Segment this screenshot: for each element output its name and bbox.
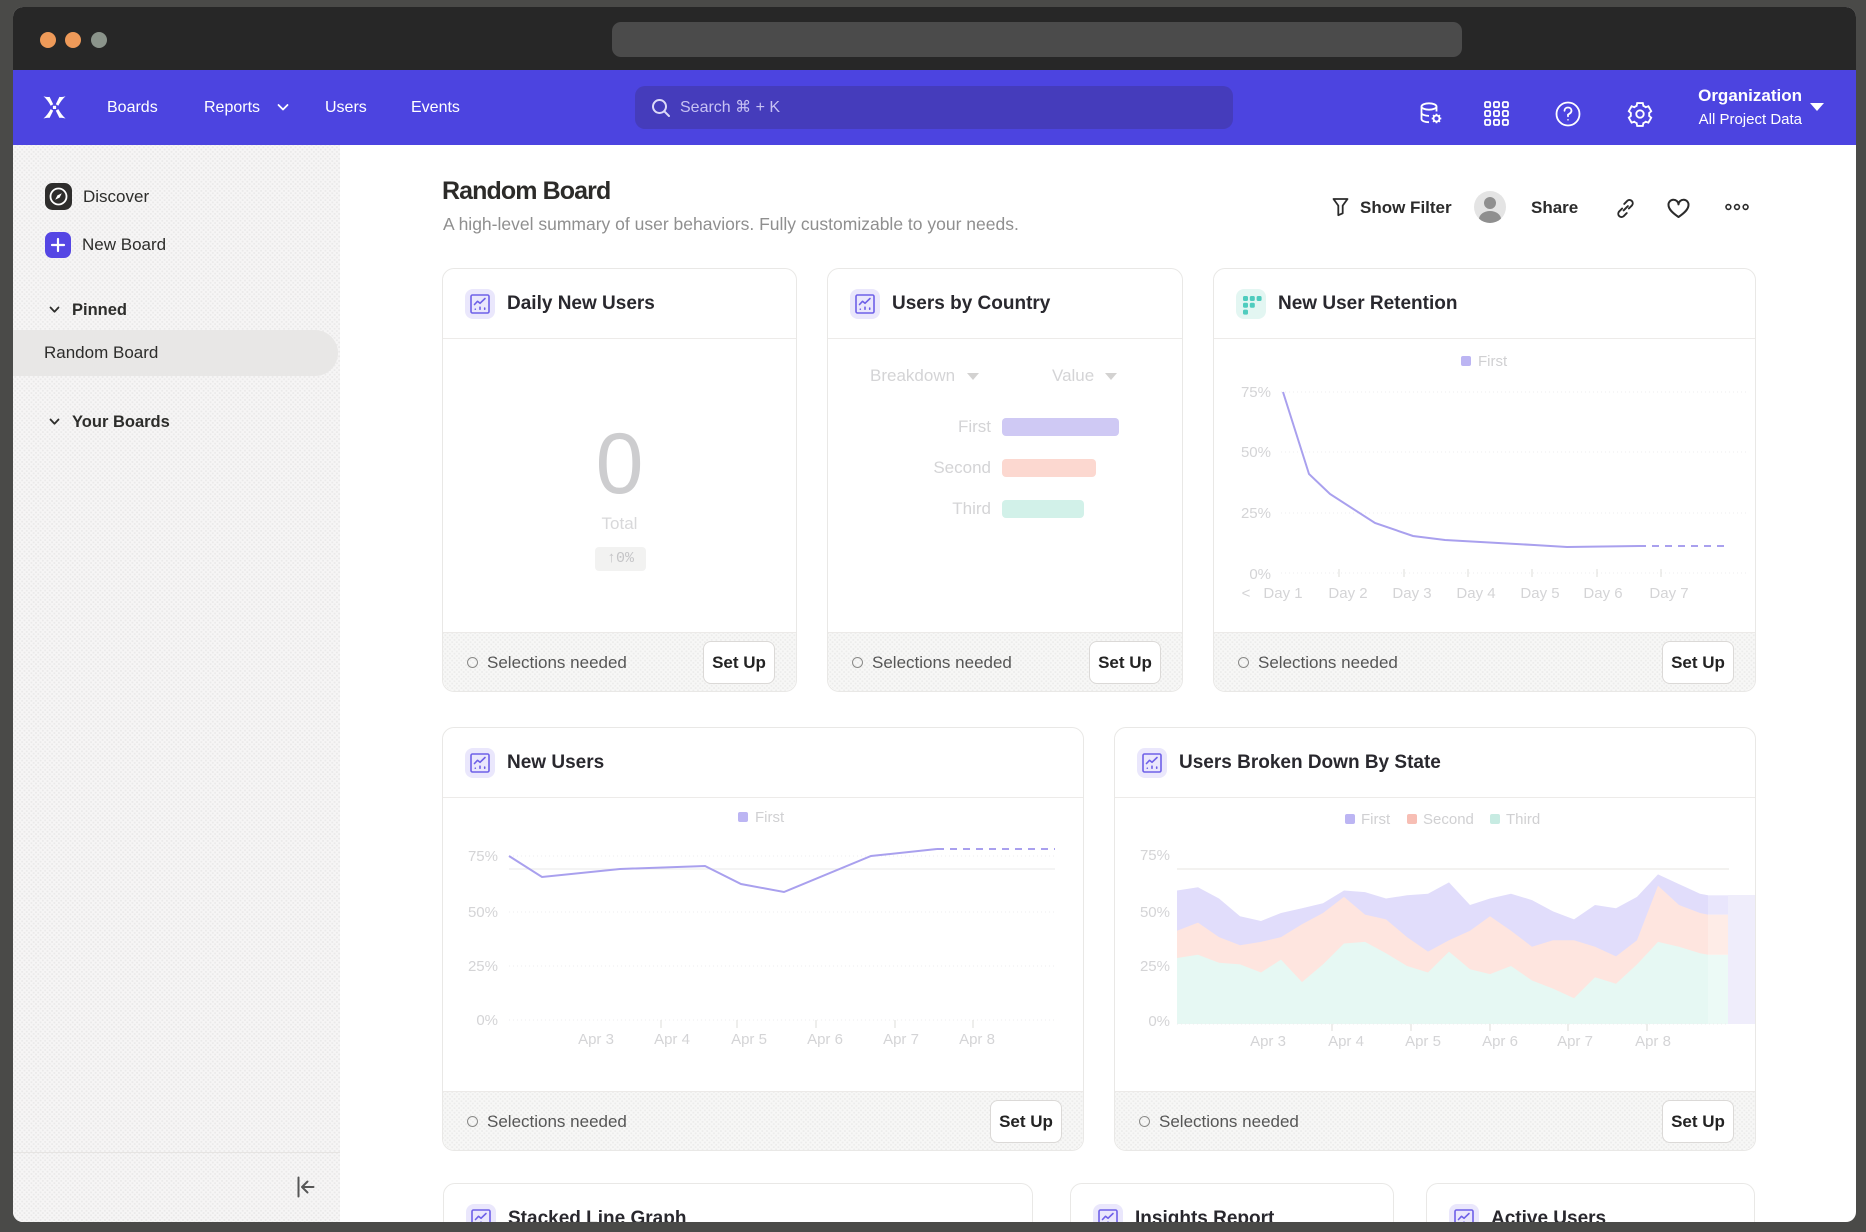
svg-text:Apr 5: Apr 5 [1405, 1033, 1441, 1050]
svg-text:25%: 25% [1241, 505, 1271, 522]
svg-text:Apr 4: Apr 4 [654, 1031, 690, 1048]
svg-text:First: First [1361, 811, 1391, 828]
svg-text:50%: 50% [1140, 904, 1170, 921]
svg-text:0%: 0% [476, 1012, 498, 1029]
svg-text:0%: 0% [1249, 566, 1271, 583]
svg-text:Apr 3: Apr 3 [578, 1031, 614, 1048]
svg-text:Day 5: Day 5 [1520, 585, 1559, 602]
svg-text:Third: Third [1506, 811, 1540, 828]
svg-text:Apr 6: Apr 6 [1482, 1033, 1518, 1050]
svg-text:Day 3: Day 3 [1392, 585, 1431, 602]
svg-text:Day 7: Day 7 [1649, 585, 1688, 602]
svg-text:0%: 0% [1148, 1013, 1170, 1030]
svg-text:Apr 3: Apr 3 [1250, 1033, 1286, 1050]
svg-text:First: First [755, 809, 785, 826]
svg-text:Day 1: Day 1 [1263, 585, 1302, 602]
svg-text:Apr 6: Apr 6 [807, 1031, 843, 1048]
svg-text:Apr 8: Apr 8 [1635, 1033, 1671, 1050]
svg-text:Apr 7: Apr 7 [1557, 1033, 1593, 1050]
svg-text:75%: 75% [1241, 384, 1271, 401]
svg-text:75%: 75% [1140, 847, 1170, 864]
svg-text:Apr 8: Apr 8 [959, 1031, 995, 1048]
svg-text:50%: 50% [1241, 444, 1271, 461]
svg-text:Second: Second [1423, 811, 1474, 828]
svg-text:50%: 50% [468, 904, 498, 921]
svg-text:25%: 25% [1140, 958, 1170, 975]
svg-text:Apr 7: Apr 7 [883, 1031, 919, 1048]
svg-text:First: First [1478, 353, 1508, 370]
svg-text:Apr 5: Apr 5 [731, 1031, 767, 1048]
svg-text:Day 2: Day 2 [1328, 585, 1367, 602]
svg-text:Apr 4: Apr 4 [1328, 1033, 1364, 1050]
svg-text:Day 6: Day 6 [1583, 585, 1622, 602]
svg-text:75%: 75% [468, 848, 498, 865]
svg-text:<: < [1242, 585, 1251, 602]
svg-text:Day 4: Day 4 [1456, 585, 1495, 602]
svg-text:25%: 25% [468, 958, 498, 975]
